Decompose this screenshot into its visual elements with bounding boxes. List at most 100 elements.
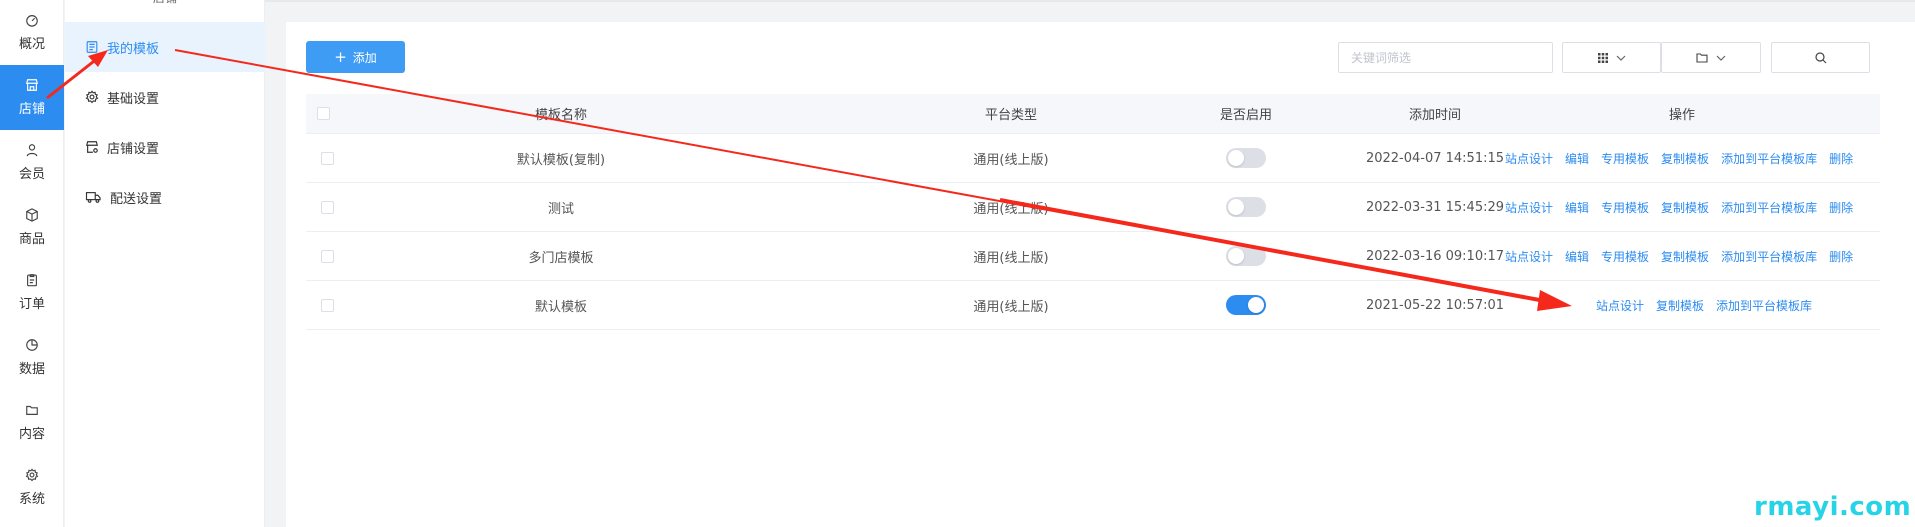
dashboard-icon [25, 13, 39, 27]
add-button-label: 添加 [352, 50, 377, 65]
submenu-item-basic-settings[interactable]: 基础设置 [65, 72, 265, 122]
added-time: 2021-05-22 10:57:01 [1365, 297, 1505, 313]
template-name: 测试 [547, 201, 574, 217]
delete-link[interactable]: 删除 [1829, 248, 1853, 265]
store-submenu: 店铺 我的模板 基础设置 店铺设置 配送设置 [65, 0, 265, 527]
table-row: 默认模板 通用(线上版) 2021-05-22 10:57:01 站点设计 复制… [306, 281, 1880, 330]
row-checkbox[interactable] [320, 134, 334, 182]
search-placeholder: 关键词筛选 [1351, 51, 1412, 65]
folder-icon [25, 403, 39, 417]
select-all-checkbox[interactable] [316, 94, 330, 133]
add-to-platform-library-link[interactable]: 添加到平台模板库 [1716, 297, 1812, 314]
gear-icon [85, 90, 99, 104]
enabled-toggle[interactable] [1226, 281, 1266, 329]
app-window: 概况 店铺 会员 商品 订单 数据 内容 系统 我的模板 基础设置 店铺设置 配… [0, 0, 1915, 527]
chevron-down-icon [1716, 55, 1726, 61]
rail-item-label: 商品 [18, 232, 45, 247]
rail-item-members[interactable]: 会员 [0, 130, 64, 195]
view-mode-dropdown[interactable] [1562, 42, 1661, 73]
column-header-actions: 操作 [1668, 108, 1695, 123]
edit-link[interactable]: 编辑 [1565, 199, 1589, 216]
submenu-item-store-settings[interactable]: 店铺设置 [65, 122, 265, 172]
rail-item-label: 系统 [18, 492, 45, 507]
add-to-platform-library-link[interactable]: 添加到平台模板库 [1721, 248, 1817, 265]
table-row: 默认模板(复制) 通用(线上版) 2022-04-07 14:51:15 站点设… [306, 134, 1880, 183]
dedicated-template-link[interactable]: 专用模板 [1601, 150, 1649, 167]
copy-template-link[interactable]: 复制模板 [1661, 248, 1709, 265]
column-header-platform: 平台类型 [984, 108, 1037, 123]
rail-item-label: 店铺 [18, 102, 45, 117]
chevron-down-icon [1616, 55, 1626, 61]
table-header: 模板名称 平台类型 是否启用 添加时间 操作 [306, 94, 1880, 134]
rail-item-label: 概况 [18, 37, 45, 52]
folder-icon [1696, 52, 1708, 63]
edit-link[interactable]: 编辑 [1565, 150, 1589, 167]
copy-template-link[interactable]: 复制模板 [1661, 199, 1709, 216]
copy-template-link[interactable]: 复制模板 [1661, 150, 1709, 167]
watermark-text: rmayi.com [1754, 492, 1912, 522]
truck-icon [85, 190, 102, 204]
site-design-link[interactable]: 站点设计 [1505, 199, 1553, 216]
edit-link[interactable]: 编辑 [1565, 248, 1589, 265]
column-header-enabled: 是否启用 [1219, 108, 1272, 123]
submenu-item-my-templates[interactable]: 我的模板 [65, 22, 265, 72]
plus-icon: + [334, 47, 347, 66]
column-header-time: 添加时间 [1408, 108, 1461, 123]
dedicated-template-link[interactable]: 专用模板 [1601, 248, 1649, 265]
rail-item-label: 数据 [18, 362, 45, 377]
template-name: 默认模板(复制) [516, 152, 606, 168]
dedicated-template-link[interactable]: 专用模板 [1601, 199, 1649, 216]
search-button[interactable] [1771, 42, 1870, 73]
rail-item-products[interactable]: 商品 [0, 195, 64, 260]
grid-icon [1597, 52, 1608, 63]
gear-icon [25, 468, 39, 482]
enabled-toggle[interactable] [1226, 183, 1266, 231]
submenu-item-delivery-settings[interactable]: 配送设置 [65, 172, 265, 222]
rail-item-store[interactable]: 店铺 [0, 65, 64, 130]
site-design-link[interactable]: 站点设计 [1505, 248, 1553, 265]
row-actions: 站点设计 编辑 专用模板 复制模板 添加到平台模板库 删除 [1505, 134, 1853, 182]
rail-item-content[interactable]: 内容 [0, 390, 64, 455]
add-button[interactable]: + 添加 [306, 41, 405, 73]
folder-dropdown[interactable] [1661, 42, 1761, 73]
rail-item-label: 订单 [18, 297, 45, 312]
icon-rail: 概况 店铺 会员 商品 订单 数据 内容 系统 [0, 0, 64, 527]
delete-link[interactable]: 删除 [1829, 199, 1853, 216]
table-row: 多门店模板 通用(线上版) 2022-03-16 09:10:17 站点设计 编… [306, 232, 1880, 281]
search-icon [1814, 51, 1827, 64]
row-checkbox[interactable] [320, 232, 334, 280]
submenu-item-label: 基础设置 [107, 91, 160, 107]
rail-item-system[interactable]: 系统 [0, 455, 64, 520]
store-icon [25, 78, 39, 92]
add-to-platform-library-link[interactable]: 添加到平台模板库 [1721, 199, 1817, 216]
user-icon [25, 143, 39, 157]
rail-item-label: 会员 [18, 167, 45, 182]
store-settings-icon [85, 140, 99, 154]
add-to-platform-library-link[interactable]: 添加到平台模板库 [1721, 150, 1817, 167]
row-actions: 站点设计 编辑 专用模板 复制模板 添加到平台模板库 删除 [1505, 183, 1853, 231]
box-icon [25, 208, 39, 222]
copy-template-link[interactable]: 复制模板 [1656, 297, 1704, 314]
delete-link[interactable]: 删除 [1829, 150, 1853, 167]
clipboard-icon [25, 273, 39, 287]
enabled-toggle[interactable] [1226, 232, 1266, 280]
rail-item-data[interactable]: 数据 [0, 325, 64, 390]
submenu-header: 店铺 [65, 0, 265, 10]
templates-panel: + 添加 关键词筛选 模板名称 平台类型 是否启用 添加时间 操作 默认模板(复… [286, 22, 1915, 527]
enabled-toggle[interactable] [1226, 134, 1266, 182]
template-name: 多门店模板 [528, 250, 594, 266]
submenu-item-label: 我的模板 [107, 41, 160, 57]
pie-chart-icon [25, 338, 39, 352]
rail-item-orders[interactable]: 订单 [0, 260, 64, 325]
rail-item-overview[interactable]: 概况 [0, 0, 64, 65]
row-checkbox[interactable] [320, 281, 334, 329]
site-design-link[interactable]: 站点设计 [1596, 297, 1644, 314]
row-checkbox[interactable] [320, 183, 334, 231]
site-design-link[interactable]: 站点设计 [1505, 150, 1553, 167]
top-divider [265, 0, 1915, 2]
template-icon [85, 40, 99, 54]
template-name: 默认模板 [534, 299, 587, 315]
rail-item-label: 内容 [18, 427, 45, 442]
row-actions: 站点设计 复制模板 添加到平台模板库 [1596, 281, 1812, 329]
keyword-filter-input[interactable]: 关键词筛选 [1338, 42, 1553, 73]
